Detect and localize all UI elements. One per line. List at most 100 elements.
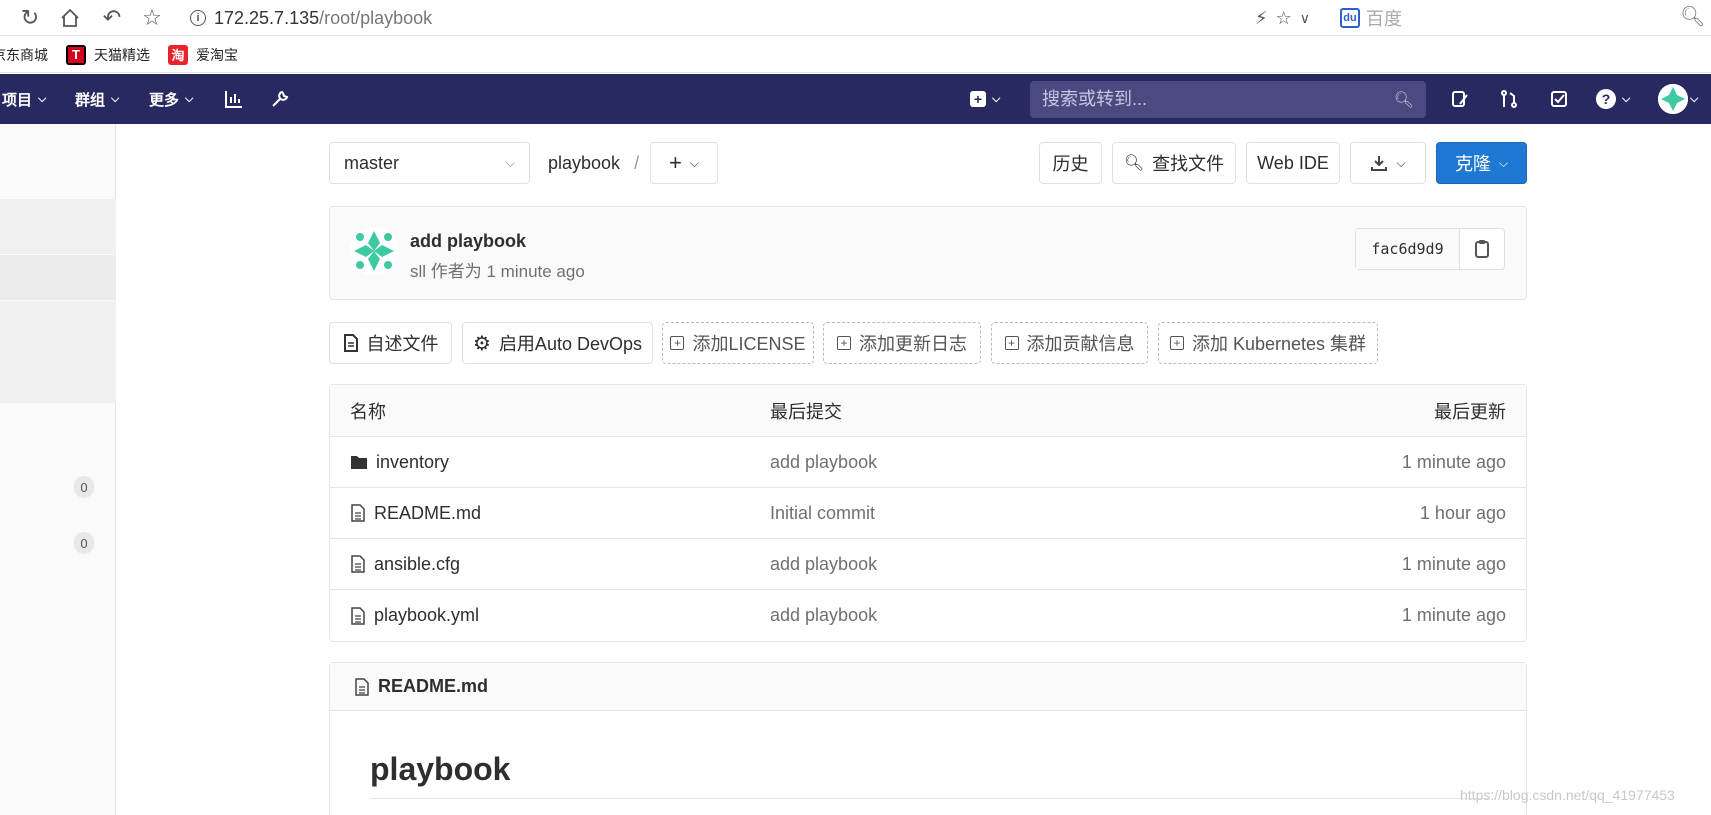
auto-devops-button[interactable]: ⚙ 启用Auto DevOps (462, 322, 653, 364)
plus-square-icon: + (1004, 336, 1019, 350)
download-dropdown[interactable]: ⌵ (1350, 142, 1426, 184)
nav-search[interactable]: 🔍︎ (1030, 81, 1426, 118)
table-header: 名称 最后提交 最后更新 (330, 385, 1526, 437)
plus-icon: + (669, 150, 682, 175)
file-name-link[interactable]: README.md (374, 503, 481, 524)
plus-square-icon: + (837, 336, 851, 350)
browser-toolbar: ↻ ↶ ☆ i 172.25.7.135/root/playbook ⚡ ☆ ∨… (0, 0, 1711, 36)
table-row[interactable]: README.md Initial commit 1 hour ago (330, 488, 1526, 539)
commit-title[interactable]: add playbook (410, 231, 526, 252)
tmall-icon: T (66, 44, 86, 65)
new-item-dropdown[interactable]: + ⌵ (970, 74, 1000, 124)
chevron-down-icon: ⌵ (992, 92, 1001, 105)
last-commit-panel: add playbook sll 作者为 1 minute ago fac6d9… (329, 206, 1527, 300)
add-contributing-button[interactable]: + 添加贡献信息 (991, 322, 1148, 364)
file-name-link[interactable]: playbook.yml (374, 605, 479, 626)
commit-author-avatar[interactable] (350, 227, 398, 275)
add-kubernetes-button[interactable]: + 添加 Kubernetes 集群 (1158, 322, 1378, 364)
update-time: 1 minute ago (1401, 605, 1506, 625)
reload-icon[interactable]: ↻ (16, 4, 44, 32)
search-icon: 🔍︎ (1123, 155, 1145, 172)
user-avatar[interactable] (1658, 84, 1688, 114)
add-file-dropdown[interactable]: + ⌵ (650, 142, 718, 184)
readme-button[interactable]: 自述文件 (329, 322, 452, 364)
chevron-down-icon: ⌵ (38, 92, 47, 105)
home-icon[interactable] (56, 4, 84, 32)
history-button[interactable]: 历史 (1039, 142, 1102, 184)
gear-icon: ⚙ (473, 332, 491, 355)
help-dropdown[interactable]: ? ⌵ (1596, 74, 1630, 124)
readme-filename[interactable]: README.md (378, 676, 488, 697)
plus-square-icon: + (670, 336, 685, 350)
todo-checkbox-icon[interactable] (1549, 74, 1569, 124)
chevron-down-icon: ⌵ (1622, 92, 1631, 105)
nav-projects[interactable]: 项目 ⌵ (2, 74, 46, 124)
watermark: https://blog.csdn.net/qq_41977453 (1460, 787, 1675, 803)
add-changelog-button[interactable]: + 添加更新日志 (823, 322, 981, 364)
chevron-down-icon: ⌵ (1396, 155, 1406, 170)
merge-request-icon[interactable] (1499, 74, 1519, 124)
bookmark-star-icon[interactable]: ☆ (138, 4, 166, 32)
bookmark-tmall[interactable]: T 天猫精选 (66, 44, 150, 65)
copy-sha-button[interactable] (1460, 229, 1504, 269)
chevron-down-icon[interactable]: ∨ (1300, 10, 1310, 27)
clone-button[interactable]: 克隆 ⌵ (1436, 142, 1527, 184)
file-icon (343, 334, 358, 352)
search-input[interactable] (1042, 89, 1394, 110)
commit-meta: sll 作者为 1 minute ago (410, 262, 585, 281)
help-icon: ? (1596, 89, 1616, 109)
sidebar-item[interactable] (0, 301, 116, 403)
file-icon (351, 606, 365, 625)
commit-sha[interactable]: fac6d9d9 (1356, 229, 1460, 269)
web-ide-button[interactable]: Web IDE (1246, 142, 1340, 184)
undo-icon[interactable]: ↶ (98, 4, 126, 32)
address-bar[interactable]: i 172.25.7.135/root/playbook (190, 4, 432, 32)
update-time: 1 minute ago (1401, 451, 1506, 472)
update-time: 1 hour ago (1419, 502, 1506, 523)
bookmark-jd[interactable]: 京东商城 (0, 45, 48, 65)
download-icon (1371, 156, 1388, 171)
sidebar-item[interactable] (0, 199, 116, 254)
commit-message-link[interactable]: Initial commit (770, 488, 875, 538)
file-name-link[interactable]: ansible.cfg (374, 554, 460, 575)
search-engine-name: 百度 (1366, 9, 1402, 29)
file-name-link[interactable]: inventory (376, 452, 449, 473)
commit-sha-group: fac6d9d9 (1355, 228, 1505, 270)
repo-link[interactable]: playbook (548, 153, 620, 174)
breadcrumb: playbook / (548, 152, 640, 174)
update-time: 1 minute ago (1401, 553, 1506, 574)
activity-chart-icon[interactable] (224, 74, 244, 124)
file-icon (351, 555, 365, 573)
sidebar-item-active[interactable] (0, 255, 116, 300)
folder-icon (351, 456, 367, 469)
bookmark-taobao[interactable]: 淘 爱淘宝 (168, 44, 238, 65)
todos-edit-icon[interactable] (1450, 74, 1470, 124)
branch-select[interactable]: master ⌵ (329, 142, 530, 184)
find-file-button[interactable]: 🔍︎ 查找文件 (1112, 142, 1236, 184)
commit-message-link[interactable]: add playbook (770, 437, 877, 487)
browser-search-box[interactable]: du 百度 (1340, 4, 1402, 32)
header-last-commit: 最后提交 (770, 401, 842, 422)
table-row[interactable]: ansible.cfg add playbook 1 minute ago (330, 539, 1526, 590)
chevron-down-icon[interactable]: ⌵ (1690, 74, 1698, 124)
add-license-button[interactable]: + 添加LICENSE (662, 322, 814, 364)
file-icon (351, 504, 365, 522)
plus-square-icon: + (1169, 336, 1184, 350)
baidu-icon: du (1340, 8, 1360, 28)
table-row[interactable]: playbook.yml add playbook 1 minute ago (330, 590, 1526, 641)
nav-groups[interactable]: 群组 ⌵ (75, 74, 119, 124)
nav-more[interactable]: 更多 ⌵ (149, 74, 193, 124)
commit-message-link[interactable]: add playbook (770, 590, 877, 641)
lightning-icon[interactable]: ⚡ (1255, 8, 1268, 29)
chevron-down-icon: ⌵ (689, 155, 699, 170)
commit-message-link[interactable]: add playbook (770, 539, 877, 589)
favorite-star-icon[interactable]: ☆ (1276, 8, 1292, 29)
search-icon[interactable]: 🔍︎ (1680, 4, 1705, 29)
table-row[interactable]: inventory add playbook 1 minute ago (330, 437, 1526, 488)
url-text[interactable]: 172.25.7.135/root/playbook (214, 8, 432, 29)
readme-header: README.md (330, 663, 1526, 711)
project-sidebar: 0 0 (0, 124, 116, 815)
readme-panel: README.md playbook (329, 662, 1527, 815)
admin-wrench-icon[interactable] (270, 74, 290, 124)
site-info-icon[interactable]: i (190, 10, 206, 26)
